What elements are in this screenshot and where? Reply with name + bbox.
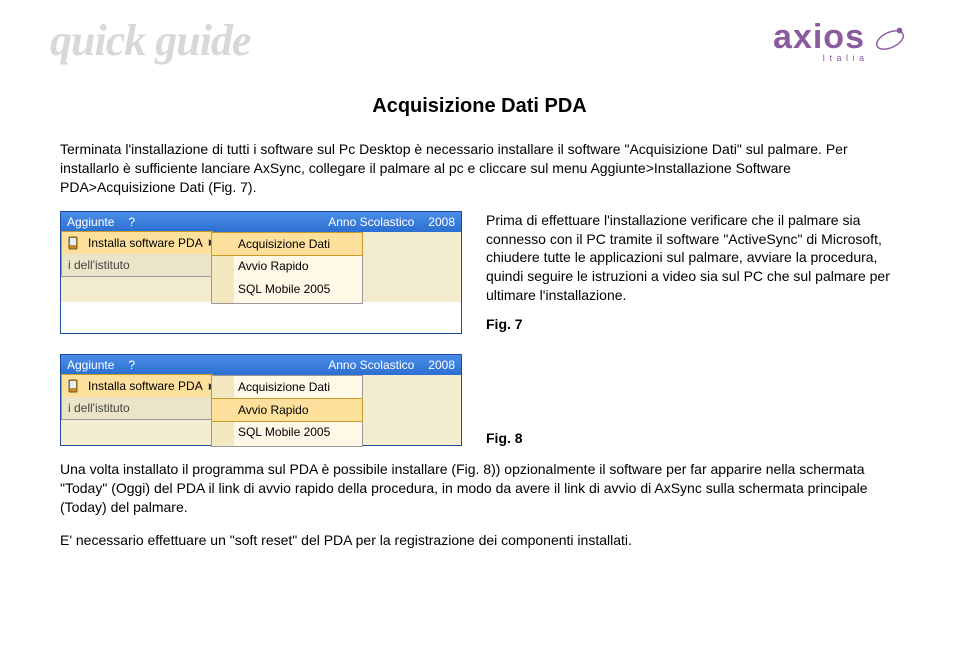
axios-logo: axios I t a l i a xyxy=(773,18,909,63)
submenu-acquisizione-b[interactable]: Acquisizione Dati xyxy=(212,376,362,399)
crumb-text-b: i dell'istituto xyxy=(62,397,212,419)
figure-7-row: Aggiunte ? Anno Scolastico 2008 Installa… xyxy=(60,211,899,334)
pda-icon-b xyxy=(66,378,82,394)
dropdown-level2: Acquisizione Dati Avvio Rapido SQL Mobil… xyxy=(211,232,363,304)
submenu-avvio-b[interactable]: Avvio Rapido xyxy=(211,398,363,422)
orbit-icon xyxy=(871,21,909,59)
menu-anno-label-2: Anno Scolastico xyxy=(328,358,414,372)
fig7-text: Prima di effettuare l'installazione veri… xyxy=(486,211,899,305)
fig7-description: Prima di effettuare l'installazione veri… xyxy=(486,211,899,334)
pda-icon xyxy=(66,235,82,251)
menu-anno-label: Anno Scolastico xyxy=(328,215,414,229)
figure-8-row: Aggiunte ? Anno Scolastico 2008 Installa… xyxy=(60,354,899,446)
menu-aggiunte-2[interactable]: Aggiunte xyxy=(67,358,114,372)
submenu-avvio[interactable]: Avvio Rapido xyxy=(212,255,362,278)
menu-anno-value-2: 2008 xyxy=(428,358,455,372)
menu-screenshot-fig7: Aggiunte ? Anno Scolastico 2008 Installa… xyxy=(60,211,462,334)
menu-item-install-pda[interactable]: Installa software PDA ▶ xyxy=(61,231,213,255)
submenu-acquisizione[interactable]: Acquisizione Dati xyxy=(211,232,363,256)
menu-help[interactable]: ? xyxy=(128,215,135,229)
content: Acquisizione Dati PDA Terminata l'instal… xyxy=(0,0,959,574)
menu-item-install-pda-b[interactable]: Installa software PDA ▶ xyxy=(61,374,213,398)
dropdown-level1: Installa software PDA ▶ i dell'istituto xyxy=(61,232,213,277)
fig8-label: Fig. 8 xyxy=(486,430,523,446)
submenu-sql[interactable]: SQL Mobile 2005 xyxy=(212,278,362,301)
fig7-label: Fig. 7 xyxy=(486,315,899,334)
dropdown-level1-b: Installa software PDA ▶ i dell'istituto xyxy=(61,375,213,420)
crumb-text: i dell'istituto xyxy=(62,254,212,276)
menu-item-install-label: Installa software PDA xyxy=(88,236,203,250)
intro-paragraph: Terminata l'installazione di tutti i sof… xyxy=(60,140,899,197)
menu-screenshot-fig8: Aggiunte ? Anno Scolastico 2008 Installa… xyxy=(60,354,462,446)
header: quick guide axios I t a l i a xyxy=(0,0,959,80)
menu-aggiunte[interactable]: Aggiunte xyxy=(67,215,114,229)
closing-paragraph-1: Una volta installato il programma sul PD… xyxy=(60,460,899,517)
menubar-2: Aggiunte ? Anno Scolastico 2008 xyxy=(61,355,461,375)
page-title: Acquisizione Dati PDA xyxy=(60,95,899,118)
quick-guide-text: quick guide xyxy=(50,15,250,66)
submenu-sql-b[interactable]: SQL Mobile 2005 xyxy=(212,421,362,444)
menu-anno-value: 2008 xyxy=(428,215,455,229)
dropdown-level2-b: Acquisizione Dati Avvio Rapido SQL Mobil… xyxy=(211,375,363,447)
closing-paragraph-2: E' necessario effettuare un "soft reset"… xyxy=(60,531,899,550)
brand-name: axios xyxy=(773,18,865,57)
menubar: Aggiunte ? Anno Scolastico 2008 xyxy=(61,212,461,232)
menu-help-2[interactable]: ? xyxy=(128,358,135,372)
